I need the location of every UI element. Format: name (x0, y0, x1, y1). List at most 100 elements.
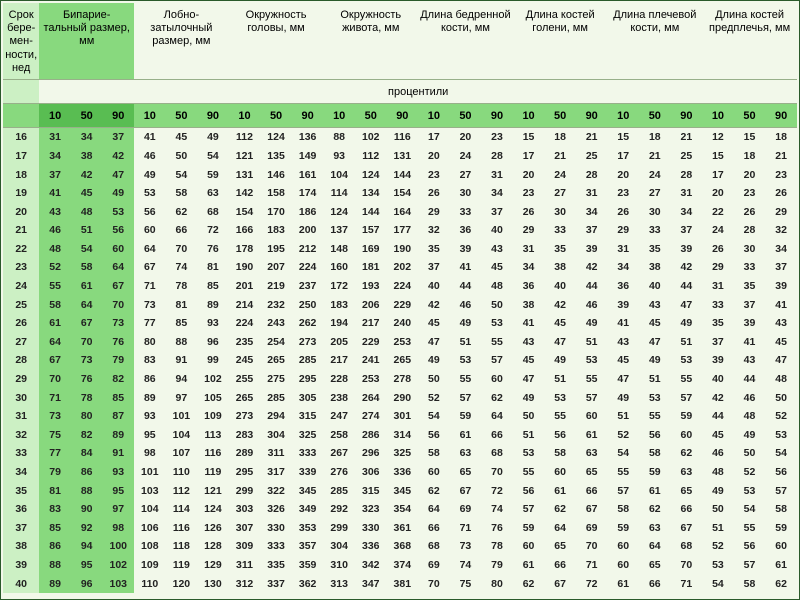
cell-value: 20 (734, 166, 766, 185)
cell-value: 21 (671, 128, 703, 147)
cell-value: 15 (734, 128, 766, 147)
cell-value: 190 (229, 258, 261, 277)
cell-value: 20 (607, 166, 639, 185)
cell-value: 55 (607, 463, 639, 482)
cell-value: 311 (229, 556, 261, 575)
cell-value: 60 (481, 370, 513, 389)
cell-value: 48 (702, 463, 734, 482)
cell-value: 361 (387, 519, 419, 538)
cell-value: 59 (450, 407, 482, 426)
cell-value: 73 (39, 407, 71, 426)
cell-value: 253 (387, 333, 419, 352)
cell-value: 285 (323, 482, 355, 501)
cell-value: 292 (323, 500, 355, 519)
cell-value: 23 (765, 166, 797, 185)
cell-value: 158 (260, 184, 292, 203)
cell-value: 235 (229, 333, 261, 352)
cell-value: 317 (260, 463, 292, 482)
cell-value: 93 (323, 147, 355, 166)
cell-value: 124 (355, 166, 387, 185)
cell-week: 31 (3, 407, 39, 426)
cell-value: 62 (418, 482, 450, 501)
cell-value: 42 (102, 147, 134, 166)
cell-value: 190 (387, 240, 419, 259)
cell-value: 60 (671, 426, 703, 445)
cell-value: 106 (134, 519, 166, 538)
cell-value: 70 (166, 240, 198, 259)
cell-value: 339 (292, 463, 324, 482)
cell-value: 49 (671, 314, 703, 333)
cell-value: 55 (450, 370, 482, 389)
cell-value: 337 (260, 575, 292, 594)
cell-value: 76 (481, 519, 513, 538)
cell-value: 114 (323, 184, 355, 203)
cell-value: 36 (607, 277, 639, 296)
cell-value: 49 (102, 184, 134, 203)
cell-value: 27 (639, 184, 671, 203)
cell-value: 41 (134, 128, 166, 147)
cell-value: 41 (765, 296, 797, 315)
cell-value: 31 (481, 166, 513, 185)
cell-value: 30 (639, 203, 671, 222)
cell-value: 253 (355, 370, 387, 389)
cell-value: 45 (607, 351, 639, 370)
cell-value: 73 (102, 314, 134, 333)
cell-value: 66 (418, 519, 450, 538)
cell-value: 103 (102, 575, 134, 594)
cell-value: 57 (734, 556, 766, 575)
cell-value: 39 (671, 240, 703, 259)
cell-value: 60 (607, 556, 639, 575)
cell-value: 63 (639, 519, 671, 538)
table-row: 3479869310111011929531733927630633660657… (3, 463, 797, 482)
cell-value: 283 (229, 426, 261, 445)
cell-value: 28 (576, 166, 608, 185)
cell-value: 333 (292, 444, 324, 463)
cell-value: 255 (229, 370, 261, 389)
percentile-header: 10 (229, 104, 261, 128)
cell-value: 15 (513, 128, 545, 147)
cell-value: 102 (102, 556, 134, 575)
cell-value: 229 (355, 333, 387, 352)
cell-value: 94 (71, 537, 103, 556)
cell-value: 53 (702, 556, 734, 575)
cell-value: 217 (323, 351, 355, 370)
cell-value: 49 (513, 389, 545, 408)
cell-value: 69 (576, 519, 608, 538)
cell-value: 52 (702, 537, 734, 556)
cell-value: 29 (607, 221, 639, 240)
cell-value: 109 (197, 407, 229, 426)
cell-value: 124 (197, 500, 229, 519)
cell-value: 245 (229, 351, 261, 370)
cell-value: 47 (639, 333, 671, 352)
cell-value: 52 (607, 426, 639, 445)
cell-value: 101 (134, 463, 166, 482)
table-body: 1631343741454911212413688102116172023151… (3, 128, 797, 593)
cell-value: 42 (702, 389, 734, 408)
cell-value: 24 (702, 221, 734, 240)
cell-value: 39 (450, 240, 482, 259)
cell-value: 219 (260, 277, 292, 296)
cell-value: 353 (292, 519, 324, 538)
cell-value: 74 (481, 500, 513, 519)
table-row: 3683909710411412430332634929232335464697… (3, 500, 797, 519)
cell-value: 34 (71, 128, 103, 147)
cell-value: 88 (166, 333, 198, 352)
cell-value: 154 (387, 184, 419, 203)
cell-value: 68 (418, 537, 450, 556)
cell-value: 49 (197, 128, 229, 147)
cell-value: 136 (292, 128, 324, 147)
cell-value: 61 (607, 575, 639, 594)
cell-value: 67 (671, 519, 703, 538)
cell-value: 114 (166, 500, 198, 519)
cell-value: 305 (292, 389, 324, 408)
cell-value: 49 (576, 314, 608, 333)
cell-week: 27 (3, 333, 39, 352)
percentile-header: 10 (134, 104, 166, 128)
percentile-header: 10 (418, 104, 450, 128)
cell-value: 45 (544, 314, 576, 333)
table-row: 3785929810611612630733035329933036166717… (3, 519, 797, 538)
cell-value: 43 (481, 240, 513, 259)
cell-value: 67 (134, 258, 166, 277)
cell-value: 70 (671, 556, 703, 575)
cell-week: 26 (3, 314, 39, 333)
